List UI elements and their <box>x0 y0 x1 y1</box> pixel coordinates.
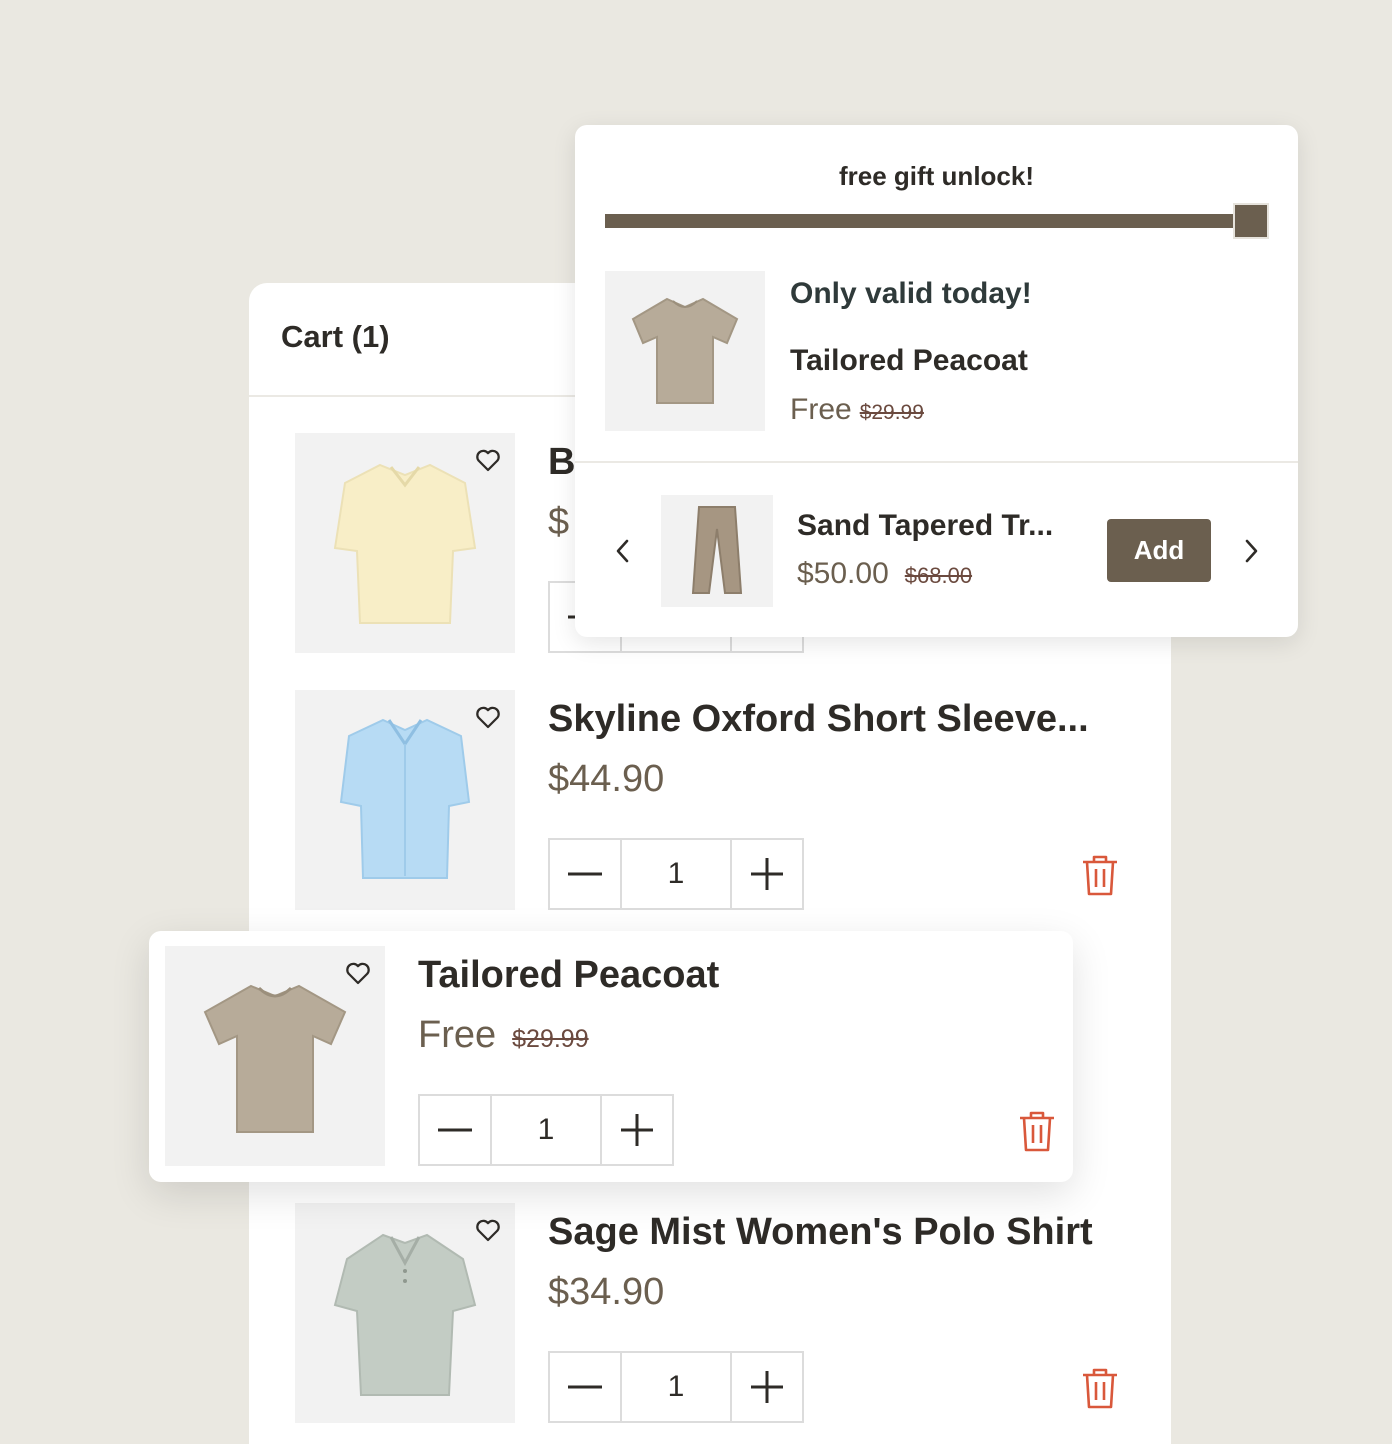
upsell-product-name[interactable]: Sand Tapered Tr... <box>797 509 1053 543</box>
gift-original-price: $29.99 <box>859 401 924 424</box>
chevron-right-icon[interactable] <box>1239 537 1263 565</box>
product-name[interactable]: Tailored Peacoat <box>418 954 719 997</box>
divider <box>575 461 1298 463</box>
plus-icon <box>621 1114 653 1146</box>
add-button[interactable]: Add <box>1107 519 1211 582</box>
gift-price-value: Free <box>790 393 852 426</box>
gift-price: Free $29.99 <box>790 393 924 427</box>
shirt-image <box>333 463 477 624</box>
product-image[interactable] <box>165 946 385 1166</box>
gift-progress-knob <box>1233 203 1269 239</box>
quantity-stepper: 1 <box>548 838 804 910</box>
product-name[interactable]: Sage Mist Women's Polo Shirt <box>548 1211 1093 1254</box>
increase-button[interactable] <box>732 840 802 908</box>
product-image[interactable] <box>295 433 515 653</box>
heart-icon[interactable] <box>343 958 373 988</box>
quantity-value[interactable]: 1 <box>490 1096 602 1164</box>
gift-product-image <box>605 271 765 431</box>
upsell-product-image[interactable] <box>661 495 773 607</box>
price-value: Free <box>418 1014 497 1056</box>
quantity-stepper: 1 <box>418 1094 674 1166</box>
cart-item: Sage Mist Women's Polo Shirt $34.90 1 <box>295 1203 1125 1425</box>
increase-button[interactable] <box>732 1353 802 1421</box>
product-image[interactable] <box>295 690 515 910</box>
quantity-value[interactable]: 1 <box>620 840 732 908</box>
decrease-button[interactable] <box>550 1353 620 1421</box>
cart-item: Skyline Oxford Short Sleeve... $44.90 1 <box>295 690 1125 912</box>
tshirt-image <box>631 297 739 404</box>
trousers-image <box>691 506 743 594</box>
upsell-price-value: $50.00 <box>797 557 889 590</box>
free-gift-popup: free gift unlock! Only valid today! Tail… <box>575 125 1298 637</box>
decrease-button[interactable] <box>550 840 620 908</box>
heart-icon[interactable] <box>473 702 503 732</box>
gift-progress-fill <box>605 214 1267 228</box>
added-gift-card: Tailored Peacoat Free $29.99 1 <box>149 931 1073 1182</box>
product-price: $ <box>548 501 570 543</box>
trash-icon[interactable] <box>1081 854 1119 896</box>
upsell-original-price: $68.00 <box>904 563 973 588</box>
original-price: $29.99 <box>512 1025 589 1053</box>
product-name[interactable]: Skyline Oxford Short Sleeve... <box>548 698 1089 741</box>
plus-icon <box>751 1371 783 1403</box>
product-image[interactable] <box>295 1203 515 1423</box>
heart-icon[interactable] <box>473 445 503 475</box>
product-name[interactable]: B <box>548 441 575 484</box>
product-price: $34.90 <box>548 1271 665 1313</box>
gift-validity-note: Only valid today! <box>790 277 1032 310</box>
quantity-stepper: 1 <box>548 1351 804 1423</box>
trash-icon[interactable] <box>1081 1367 1119 1409</box>
product-price: $44.90 <box>548 758 665 800</box>
increase-button[interactable] <box>602 1096 672 1164</box>
cart-item-gift: Tailored Peacoat Free $29.99 1 <box>165 946 1054 1168</box>
shirt-image <box>339 718 471 879</box>
heart-icon[interactable] <box>473 1215 503 1245</box>
polo-image <box>333 1233 477 1396</box>
trash-icon[interactable] <box>1018 1110 1056 1152</box>
upsell-price: $50.00 $68.00 <box>797 557 972 591</box>
minus-icon <box>568 1385 602 1389</box>
gift-product-name: Tailored Peacoat <box>790 344 1028 377</box>
quantity-value[interactable]: 1 <box>620 1353 732 1421</box>
gift-progress-title: free gift unlock! <box>838 161 1034 191</box>
product-price: Free $29.99 <box>418 1014 589 1057</box>
gift-progress-bar <box>605 214 1267 228</box>
minus-icon <box>568 872 602 876</box>
minus-icon <box>438 1128 472 1132</box>
tshirt-image <box>203 984 347 1133</box>
chevron-left-icon[interactable] <box>611 537 635 565</box>
decrease-button[interactable] <box>420 1096 490 1164</box>
plus-icon <box>751 858 783 890</box>
